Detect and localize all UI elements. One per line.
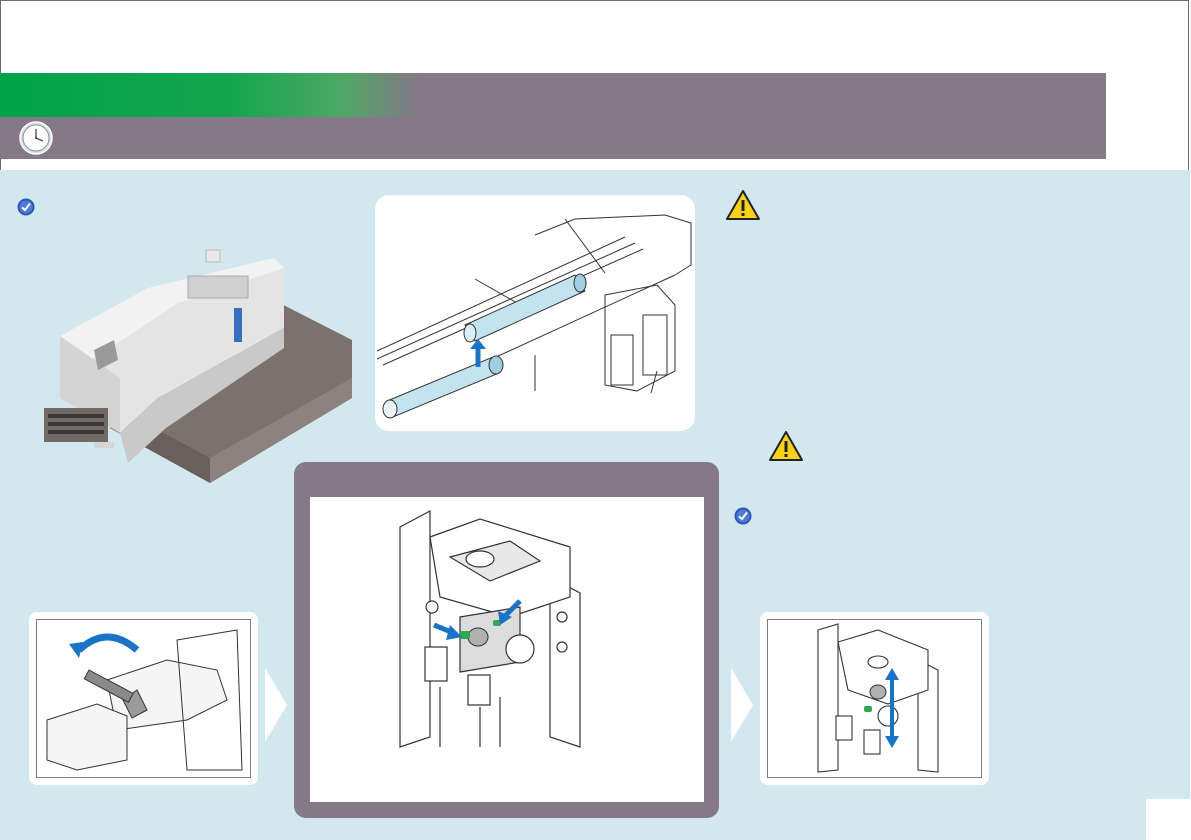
height-adjust-frame [767, 619, 982, 778]
height-adjust-card [760, 612, 989, 785]
machine-illustration [38, 228, 358, 492]
lever-step-card [29, 612, 258, 785]
page-number-tab [1146, 799, 1191, 840]
clock-icon [19, 121, 53, 155]
roller-detail-panel [375, 195, 695, 431]
warning-icon [768, 430, 804, 462]
header-title-band [0, 73, 418, 117]
next-arrow-icon [731, 668, 753, 742]
next-arrow-icon [265, 668, 287, 742]
warning-icon [725, 189, 761, 221]
check-icon [734, 507, 752, 525]
lever-step-frame [36, 619, 251, 778]
check-icon [17, 198, 35, 216]
adjustment-detail-image [310, 497, 704, 802]
